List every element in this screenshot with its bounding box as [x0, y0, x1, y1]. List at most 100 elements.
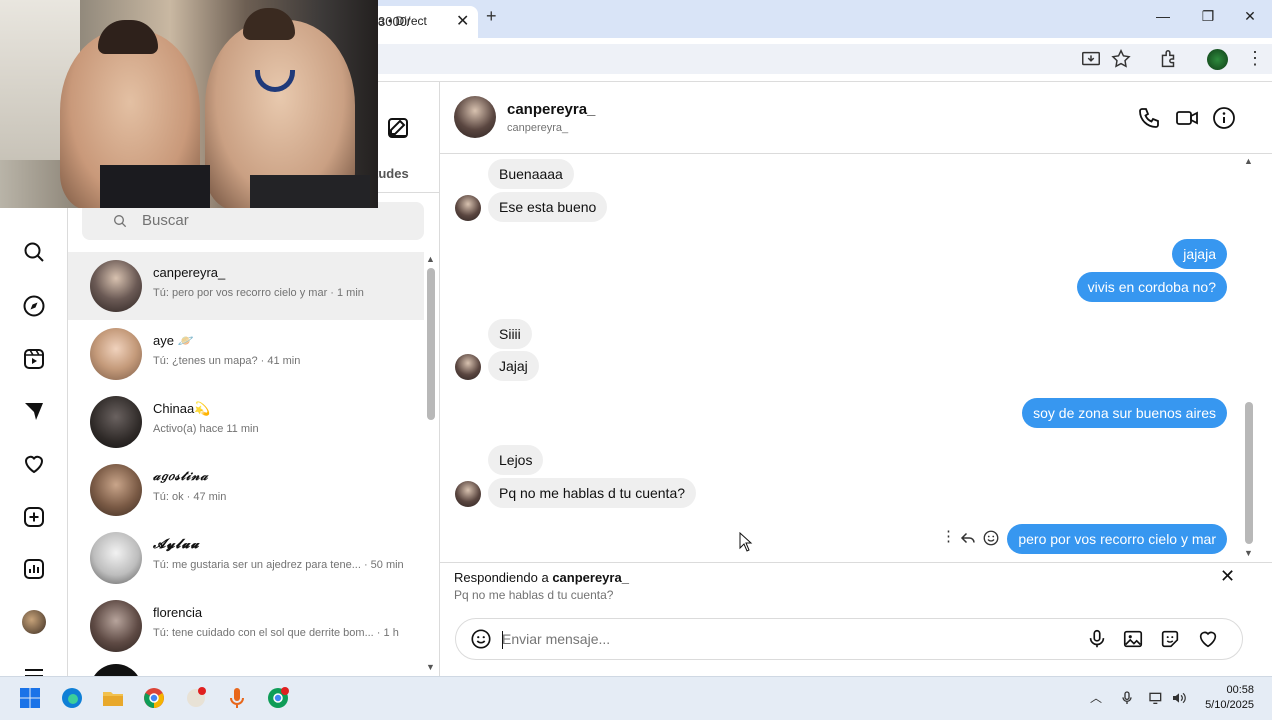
messages-icon[interactable]: [22, 399, 46, 423]
network-icon[interactable]: [1148, 690, 1164, 706]
scroll-down-arrow-icon[interactable]: ▼: [426, 662, 435, 672]
search-input[interactable]: Buscar: [142, 212, 189, 229]
chrome-profile-icon[interactable]: [266, 686, 290, 710]
outgoing-message: pero por vos recorro cielo y mar: [1007, 524, 1227, 554]
compose-icon[interactable]: [386, 116, 410, 140]
outgoing-message: soy de zona sur buenos aires: [1022, 398, 1227, 428]
avatar: [90, 396, 142, 448]
video-hair-right: [243, 8, 295, 40]
explore-compass-icon[interactable]: [22, 294, 46, 318]
notifications-heart-icon[interactable]: [22, 452, 46, 476]
profile-avatar[interactable]: [1207, 49, 1228, 70]
conversation-name: canpereyra_: [153, 265, 226, 280]
avatar: [90, 260, 142, 312]
conversation-snippet: Tú: me gustaria ser un ajedrez para tene…: [153, 559, 404, 571]
conversation-name: aye 🪐: [153, 333, 194, 348]
avatar: [90, 600, 142, 652]
create-icon[interactable]: [22, 505, 46, 529]
search-icon[interactable]: [22, 240, 46, 264]
bookmark-star-icon[interactable]: [1110, 48, 1132, 70]
reply-divider: [440, 562, 1272, 563]
chat-panel: canpereyra_ canpereyra_ Buenaaaa Ese est…: [440, 82, 1272, 676]
incoming-message: Siiii: [488, 319, 532, 349]
new-tab-icon[interactable]: +: [486, 6, 497, 27]
clock-date: 5/10/2025: [1205, 699, 1254, 711]
install-app-icon[interactable]: [1080, 48, 1102, 70]
edge-browser-icon[interactable]: [60, 686, 84, 710]
microphone-icon[interactable]: [1086, 628, 1108, 650]
mouse-pointer-icon: [739, 532, 753, 552]
conversation-item[interactable]: canpereyra_ Tú: pero por vos recorro cie…: [68, 252, 424, 320]
conversation-item[interactable]: 𝓐𝔂𝓵𝓾𝓾 Tú: me gustaria ser un ajedrez par…: [68, 524, 424, 592]
reply-label: Respondiendo a canpereyra_: [454, 570, 629, 585]
profile-avatar-nav[interactable]: [22, 610, 46, 634]
app-recorder-icon[interactable]: [184, 686, 208, 710]
video-shorts-left: [100, 165, 210, 208]
reply-icon[interactable]: [959, 529, 977, 547]
conversation-snippet: Tú: ok · 47 min: [153, 491, 227, 503]
audio-call-icon[interactable]: [1137, 106, 1161, 130]
avatar: [90, 532, 142, 584]
incoming-message: Jajaj: [488, 351, 539, 381]
contact-name[interactable]: canpereyra_: [507, 101, 595, 118]
tray-expand-icon[interactable]: ︿: [1090, 689, 1102, 706]
outgoing-message: jajaja: [1172, 239, 1227, 269]
text-caret: [502, 631, 503, 649]
extensions-icon[interactable]: [1157, 48, 1179, 70]
conversation-name: florencia: [153, 605, 203, 620]
conversation-item[interactable]: 𝒶𝑔𝑜𝓈𝓉𝒾𝓃𝒶 Tú: ok · 47 min: [68, 456, 424, 524]
contact-avatar[interactable]: [454, 96, 496, 138]
conversation-snippet: Tú: tene cuidado con el sol que derrite …: [153, 627, 399, 639]
video-hair-left: [98, 20, 158, 54]
conversation-item[interactable]: aye 🪐 Tú: ¿tenes un mapa? · 41 min: [68, 320, 424, 388]
reply-target: canpereyra_: [552, 570, 629, 585]
dashboard-icon[interactable]: [22, 557, 46, 581]
avatar: [90, 328, 142, 380]
tray-microphone-icon[interactable]: [1119, 690, 1135, 706]
info-icon[interactable]: [1212, 106, 1236, 130]
conversation-item[interactable]: florencia Tú: tene cuidado con el sol qu…: [68, 592, 424, 660]
chrome-icon[interactable]: [142, 686, 166, 710]
reply-quote: Pq no me hablas d tu cuenta?: [454, 588, 614, 602]
browser-menu-icon[interactable]: ⋮: [1246, 48, 1264, 69]
tab-requests[interactable]: tudes: [374, 166, 409, 181]
conversation-item[interactable]: Chinaa💫 Activo(a) hace 11 min: [68, 388, 424, 456]
chat-scroll-up-icon[interactable]: ▲: [1244, 156, 1253, 166]
reply-prefix: Respondiendo a: [454, 570, 553, 585]
react-emoji-icon[interactable]: [982, 529, 1000, 547]
image-upload-icon[interactable]: [1122, 628, 1144, 650]
conversation-snippet: Tú: ¿tenes un mapa? · 41 min: [153, 355, 301, 367]
like-heart-icon[interactable]: [1197, 628, 1219, 650]
system-clock[interactable]: 00:58 5/10/2025: [1196, 683, 1254, 713]
list-scrollbar[interactable]: [427, 268, 435, 420]
minimize-icon[interactable]: —: [1148, 8, 1178, 24]
microphone-app-icon[interactable]: [225, 686, 249, 710]
scroll-up-arrow-icon[interactable]: ▲: [426, 254, 435, 264]
close-window-icon[interactable]: ✕: [1235, 8, 1265, 25]
message-avatar: [455, 195, 481, 221]
message-more-icon[interactable]: ⋮: [941, 527, 956, 545]
windows-start-icon[interactable]: [18, 686, 42, 710]
sticker-icon[interactable]: [1159, 628, 1181, 650]
chat-scroll-down-icon[interactable]: ▼: [1244, 548, 1253, 558]
volume-icon[interactable]: [1171, 690, 1187, 706]
incoming-message: Buenaaaa: [488, 159, 574, 189]
cancel-reply-icon[interactable]: ✕: [1220, 566, 1235, 587]
video-call-icon[interactable]: [1175, 106, 1199, 130]
message-input[interactable]: [502, 631, 1062, 647]
search-field-icon: [114, 215, 127, 228]
message-avatar: [455, 354, 481, 380]
webcam-video-overlay: [0, 0, 378, 208]
clock-time: 00:58: [1226, 684, 1254, 696]
screen: a • Direct ✕ + — ❐ ✕ 3000/ ⋮ tudes Busca…: [0, 0, 1272, 720]
restore-icon[interactable]: ❐: [1193, 8, 1223, 25]
file-explorer-icon[interactable]: [101, 686, 125, 710]
incoming-message: Pq no me hablas d tu cuenta?: [488, 478, 697, 508]
close-tab-icon[interactable]: ✕: [456, 11, 469, 31]
url-text[interactable]: 3000/: [378, 14, 411, 29]
emoji-picker-icon[interactable]: [470, 628, 492, 650]
chat-header: canpereyra_ canpereyra_: [440, 82, 1272, 154]
reels-icon[interactable]: [22, 347, 46, 371]
chat-scrollbar[interactable]: [1245, 402, 1253, 544]
message-composer: [455, 618, 1243, 660]
